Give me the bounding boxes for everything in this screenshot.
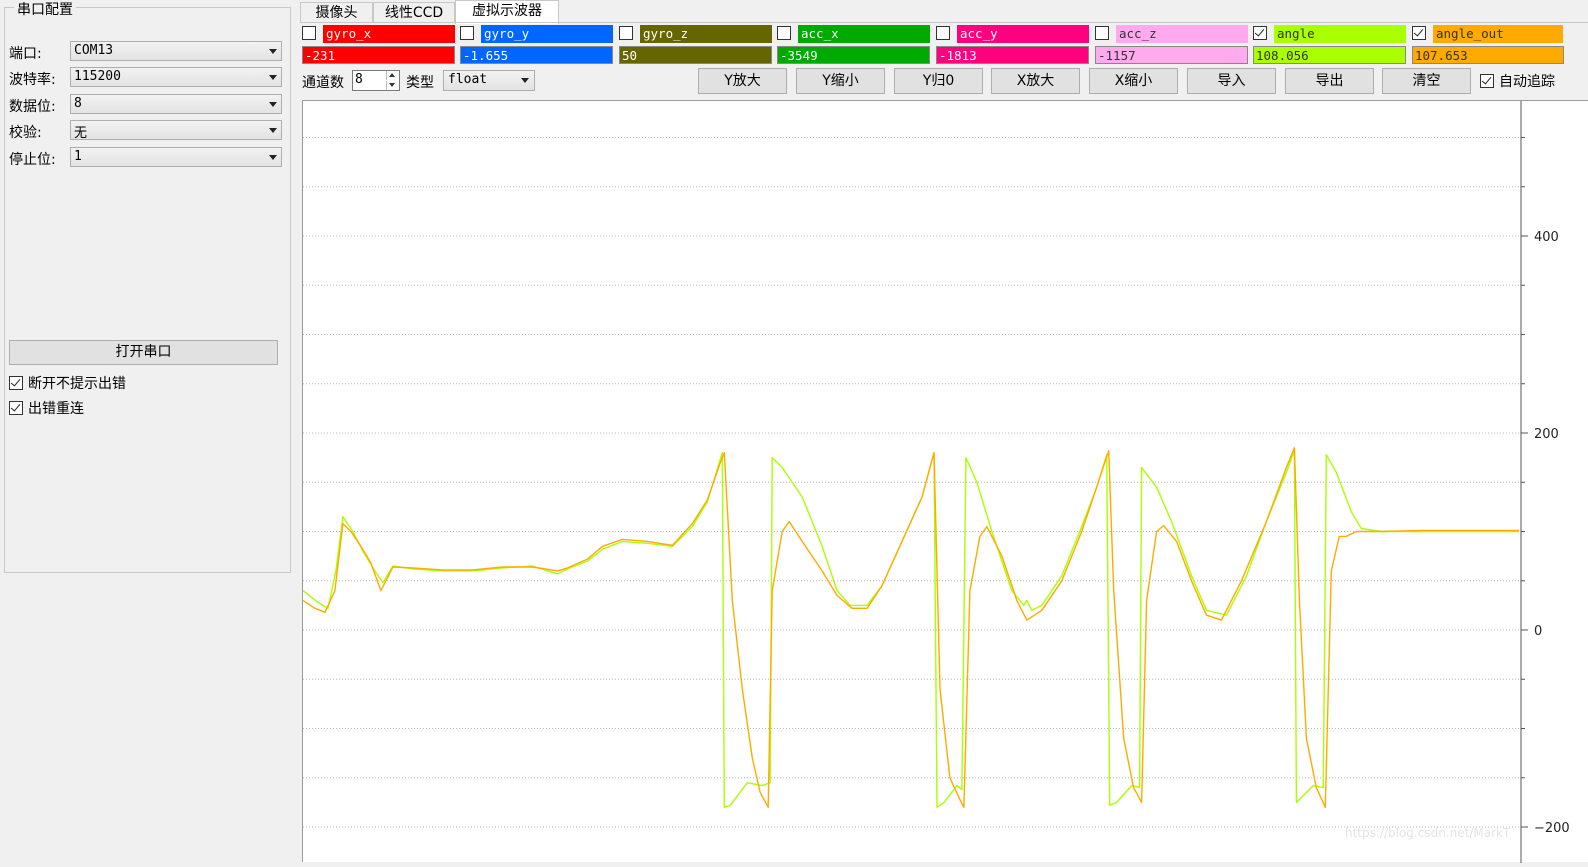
tab-virtual-oscilloscope[interactable]: 虚拟示波器 bbox=[455, 0, 559, 24]
channel-toggle-checkbox[interactable] bbox=[1095, 26, 1109, 40]
channel-value: 50 bbox=[619, 46, 772, 64]
channel-name: gyro_z bbox=[640, 25, 772, 43]
parity-row: 校验: 无 bbox=[9, 120, 282, 141]
auto-track-checkbox[interactable]: 自动追踪 bbox=[1480, 71, 1555, 91]
type-value: float bbox=[448, 72, 488, 87]
channel-value: -3549 bbox=[777, 46, 930, 64]
databits-select[interactable]: 8 bbox=[70, 94, 282, 114]
channel-gyro-x: gyro_x -231 bbox=[302, 24, 459, 67]
stopbits-select[interactable]: 1 bbox=[70, 147, 282, 167]
channel-toggle-checkbox[interactable] bbox=[1253, 26, 1267, 40]
chevron-down-icon bbox=[269, 128, 277, 133]
reconnect-checkbox[interactable]: 出错重连 bbox=[9, 398, 84, 417]
chevron-down-icon bbox=[269, 75, 277, 80]
spin-up-icon[interactable] bbox=[386, 71, 398, 80]
channel-angle: angle 108.056 bbox=[1253, 24, 1410, 67]
channel-angle-out: angle_out 107.653 bbox=[1412, 24, 1566, 67]
channel-name: angle bbox=[1274, 25, 1406, 43]
databits-value: 8 bbox=[74, 96, 82, 111]
databits-row: 数据位: 8 bbox=[9, 94, 282, 115]
import-button[interactable]: 导入 bbox=[1187, 68, 1276, 94]
parity-value: 无 bbox=[74, 126, 88, 141]
channel-toggle-checkbox[interactable] bbox=[1412, 26, 1426, 40]
y-zoom-in-button[interactable]: Y放大 bbox=[698, 68, 787, 94]
checkbox-checked-icon[interactable] bbox=[9, 401, 23, 415]
x-zoom-in-button[interactable]: X放大 bbox=[991, 68, 1080, 94]
channel-acc-z: acc_z -1157 bbox=[1095, 24, 1252, 67]
no-error-prompt-checkbox[interactable]: 断开不提示出错 bbox=[9, 373, 126, 392]
baud-label: 波特率: bbox=[9, 72, 56, 88]
channel-value: -1.655 bbox=[460, 46, 613, 64]
open-port-button[interactable]: 打开串口 bbox=[9, 340, 278, 365]
channel-name: angle_out bbox=[1433, 25, 1563, 43]
channel-count-value: 8 bbox=[355, 72, 363, 87]
channel-name: acc_z bbox=[1116, 25, 1248, 43]
channel-name: acc_x bbox=[798, 25, 930, 43]
y-tick-label: 200 bbox=[1534, 427, 1559, 442]
channel-toggle-checkbox[interactable] bbox=[936, 26, 950, 40]
channel-count-label: 通道数 bbox=[302, 75, 344, 91]
chevron-down-icon bbox=[269, 102, 277, 107]
x-zoom-out-button[interactable]: X缩小 bbox=[1089, 68, 1178, 94]
chevron-down-icon bbox=[521, 78, 529, 83]
baud-row: 波特率: 115200 bbox=[9, 67, 282, 88]
channel-name: gyro_y bbox=[481, 25, 613, 43]
channel-acc-x: acc_x -3549 bbox=[777, 24, 934, 67]
serial-config-group: 串口配置 端口: COM13 波特率: 115200 数据位: 8 校验: 无 … bbox=[4, 0, 291, 573]
y-tick-label: 400 bbox=[1534, 230, 1559, 245]
auto-track-label: 自动追踪 bbox=[1499, 74, 1555, 90]
channel-toggle-checkbox[interactable] bbox=[619, 26, 633, 40]
port-row: 端口: COM13 bbox=[9, 41, 282, 62]
type-label: 类型 bbox=[406, 75, 434, 91]
series-line-angle bbox=[302, 450, 1519, 808]
serial-config-title: 串口配置 bbox=[14, 0, 76, 19]
channel-toggle-checkbox[interactable] bbox=[302, 26, 316, 40]
reconnect-label: 出错重连 bbox=[28, 401, 84, 417]
channel-gyro-y: gyro_y -1.655 bbox=[460, 24, 617, 67]
parity-label: 校验: bbox=[9, 125, 42, 141]
clear-button[interactable]: 清空 bbox=[1382, 68, 1471, 94]
oscilloscope-plot[interactable]: −200 0 200 400 bbox=[302, 100, 1588, 863]
type-select[interactable]: float bbox=[443, 70, 535, 91]
channel-toggle-checkbox[interactable] bbox=[777, 26, 791, 40]
channel-value: -1813 bbox=[936, 46, 1089, 64]
channel-name: acc_y bbox=[957, 25, 1089, 43]
parity-select[interactable]: 无 bbox=[70, 120, 282, 141]
watermark: https://blog.csdn.net/MarkT bbox=[1345, 826, 1511, 840]
spin-down-icon[interactable] bbox=[386, 81, 398, 90]
y-tick-label: −200 bbox=[1534, 821, 1570, 836]
checkbox-checked-icon[interactable] bbox=[1480, 74, 1494, 88]
no-error-prompt-label: 断开不提示出错 bbox=[28, 376, 126, 392]
channel-count-spinbox[interactable]: 8 bbox=[352, 70, 400, 91]
export-button[interactable]: 导出 bbox=[1285, 68, 1374, 94]
series-line-angle-out bbox=[302, 447, 1519, 808]
channel-gyro-z: gyro_z 50 bbox=[619, 24, 776, 67]
port-value: COM13 bbox=[74, 43, 114, 58]
tab-divider bbox=[300, 22, 1588, 23]
port-label: 端口: bbox=[9, 46, 42, 62]
checkbox-checked-icon[interactable] bbox=[9, 376, 23, 390]
databits-label: 数据位: bbox=[9, 99, 56, 115]
stopbits-label: 停止位: bbox=[9, 152, 56, 168]
y-zoom-out-button[interactable]: Y缩小 bbox=[796, 68, 885, 94]
y-tick-label: 0 bbox=[1534, 624, 1542, 639]
y-reset-button[interactable]: Y归0 bbox=[894, 68, 983, 94]
plot-canvas[interactable]: −200 0 200 400 bbox=[302, 101, 1588, 863]
port-select[interactable]: COM13 bbox=[70, 41, 282, 61]
chevron-down-icon bbox=[269, 155, 277, 160]
tab-linear-ccd[interactable]: 线性CCD bbox=[373, 2, 455, 23]
stopbits-row: 停止位: 1 bbox=[9, 147, 282, 168]
channel-toggle-checkbox[interactable] bbox=[460, 26, 474, 40]
stopbits-value: 1 bbox=[74, 149, 82, 164]
channel-value: -231 bbox=[302, 46, 455, 64]
channel-name: gyro_x bbox=[323, 25, 455, 43]
baud-value: 115200 bbox=[74, 69, 121, 84]
channel-value: -1157 bbox=[1095, 46, 1248, 64]
baud-select[interactable]: 115200 bbox=[70, 67, 282, 87]
tab-camera[interactable]: 摄像头 bbox=[300, 2, 373, 23]
channel-value: 107.653 bbox=[1412, 46, 1564, 64]
channel-acc-y: acc_y -1813 bbox=[936, 24, 1093, 67]
chevron-down-icon bbox=[269, 49, 277, 54]
channel-value: 108.056 bbox=[1253, 46, 1406, 64]
